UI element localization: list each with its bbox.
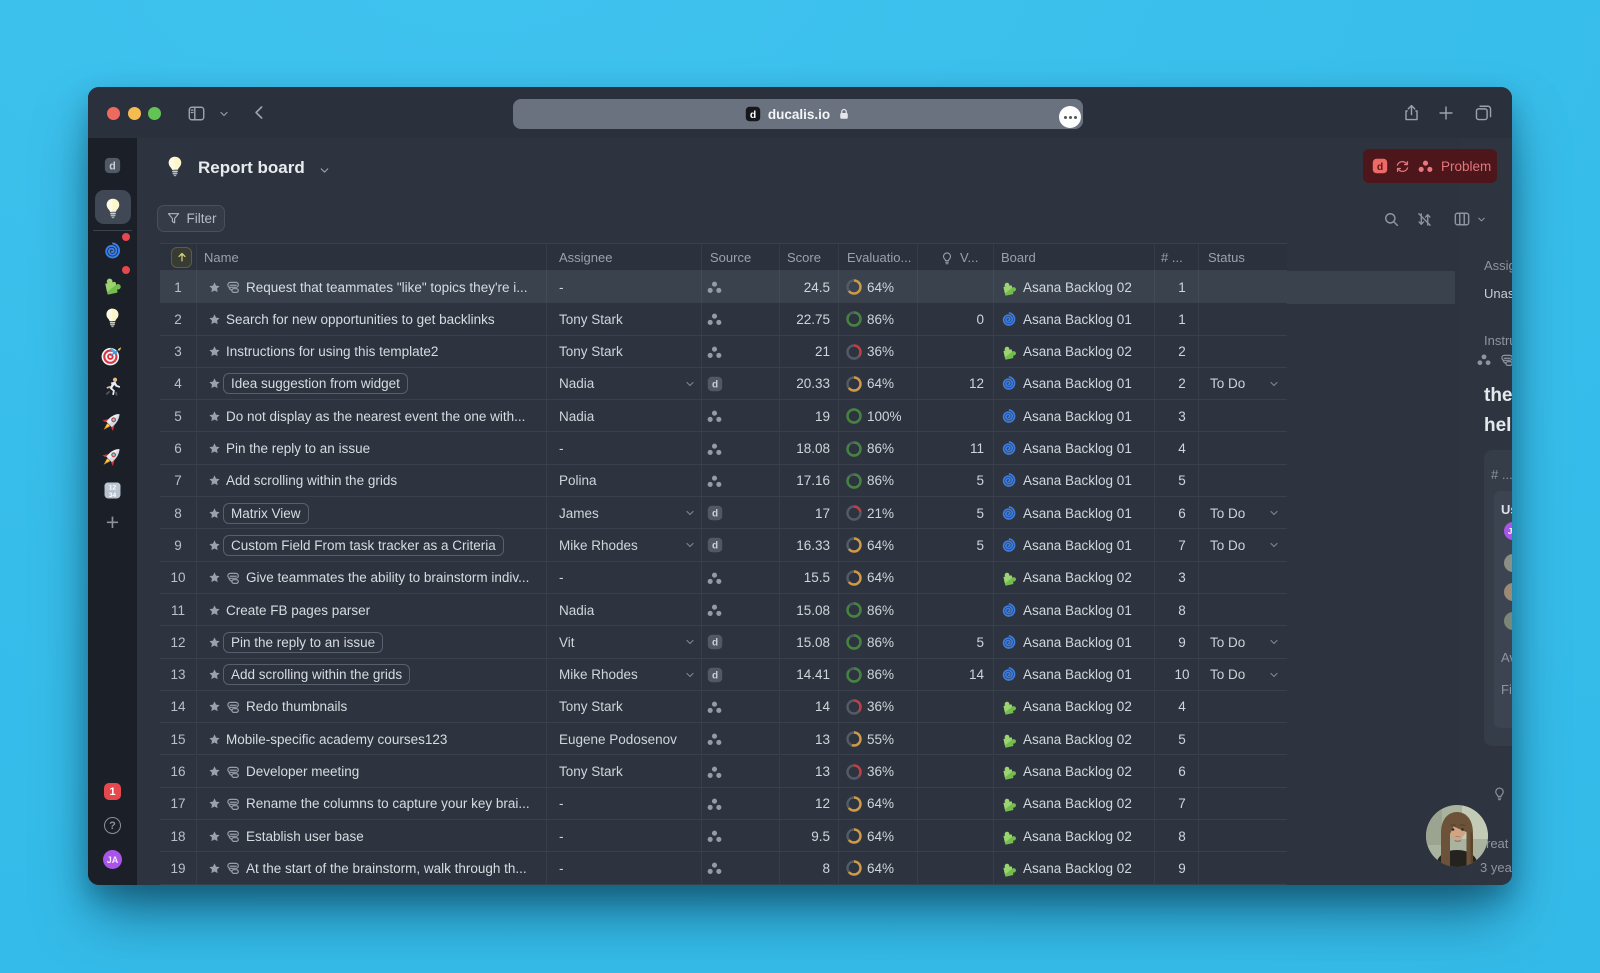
svg-text:d: d <box>750 110 756 121</box>
svg-text:d: d <box>1377 162 1383 173</box>
